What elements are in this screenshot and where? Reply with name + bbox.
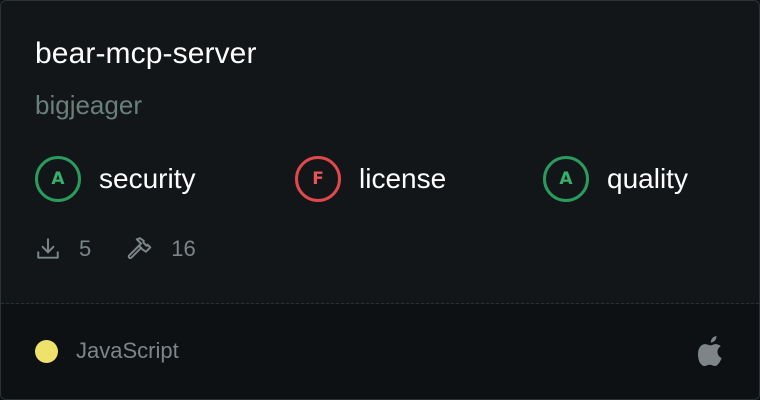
score-license: F license [295,156,447,202]
security-grade-badge: A [35,156,81,202]
score-quality: A quality [543,156,688,202]
tools-stat: 16 [127,236,196,262]
tools-count: 16 [171,236,196,261]
license-grade-badge: F [295,156,341,202]
language-color-dot [35,340,58,363]
hammer-icon [128,237,152,260]
quality-grade-badge: A [543,156,589,202]
package-owner[interactable]: bigjeager [35,87,142,123]
score-security: A security [35,156,196,202]
security-label: security [99,163,196,194]
downloads-stat: 5 [35,236,91,262]
server-card[interactable]: bear-mcp-server bigjeager A security F l… [0,0,760,400]
package-name[interactable]: bear-mcp-server [35,34,257,74]
quality-label: quality [607,163,688,194]
download-icon [37,238,59,259]
downloads-count: 5 [79,236,92,261]
card-footer: JavaScript [1,304,759,399]
language-name: JavaScript [76,338,179,363]
stats-row: 5 16 [35,231,196,267]
apple-icon [698,336,722,366]
license-label: license [359,163,447,194]
card-header: bear-mcp-server bigjeager A security F l… [1,1,759,303]
